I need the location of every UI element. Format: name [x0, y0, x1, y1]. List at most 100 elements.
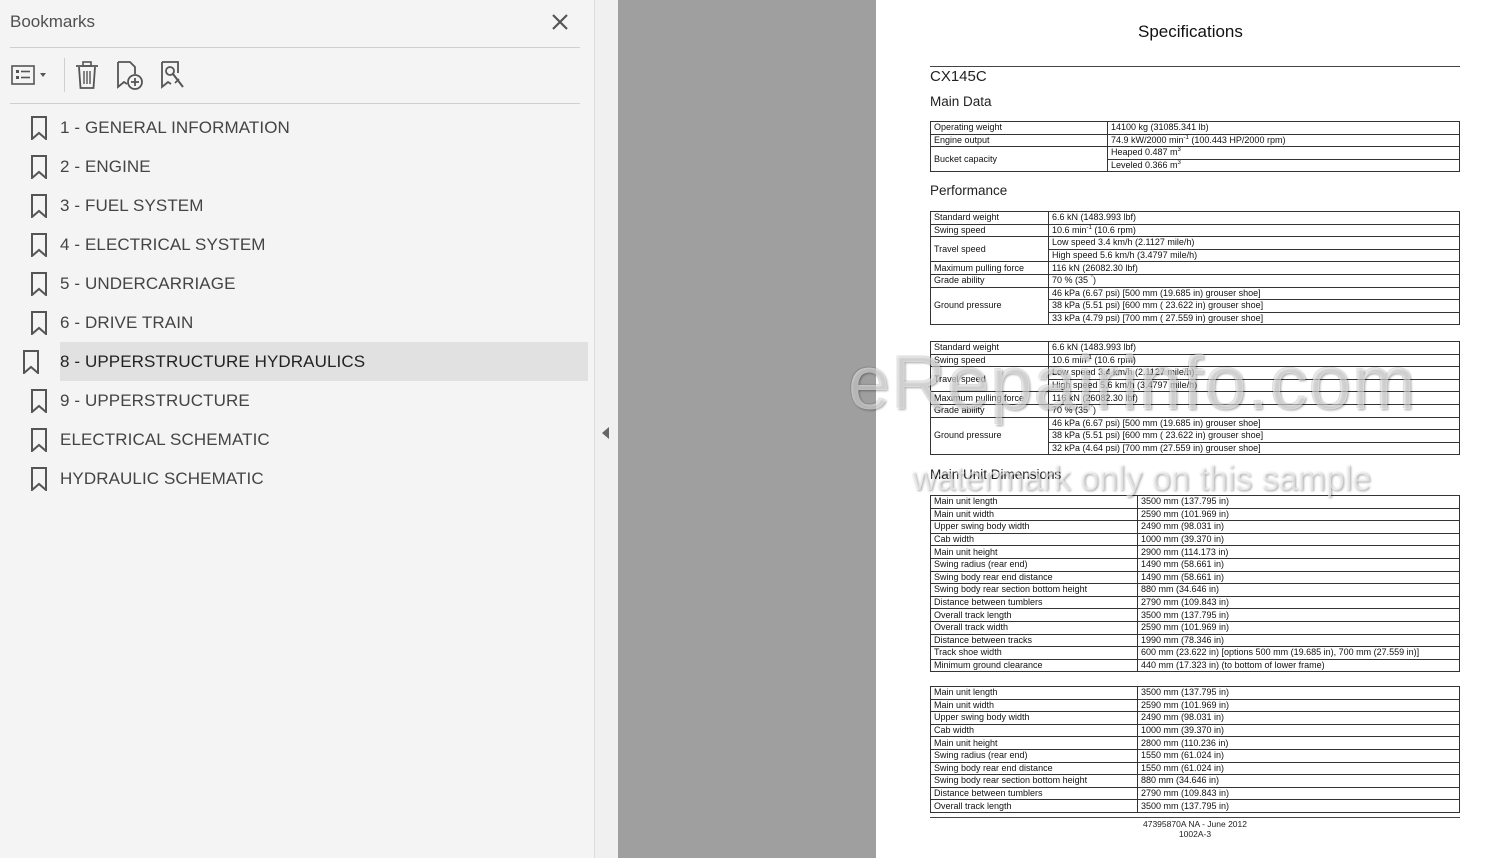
table-row: Swing body rear section bottom height 880…	[930, 774, 1460, 788]
find-bookmark-button[interactable]	[156, 58, 190, 92]
table-cell: Ground pressure	[930, 286, 1049, 326]
table-cell: Low speed 3.4 km/h (2.1127 mile/h)	[1048, 366, 1460, 380]
bookmark-item[interactable]: 9 - UPPERSTRUCTURE	[20, 381, 588, 420]
table-cell: 70 % (35 °)	[1048, 403, 1460, 418]
table-cell: 880 mm (34.646 in)	[1137, 774, 1460, 788]
collapse-arrow-icon[interactable]	[602, 427, 609, 439]
table-cell: 1490 mm (58.661 in)	[1137, 570, 1460, 585]
bookmark-item[interactable]: ELECTRICAL SCHEMATIC	[20, 420, 588, 459]
options-menu-button[interactable]	[10, 58, 54, 92]
table-cell: 3500 mm (137.795 in)	[1137, 608, 1460, 622]
table-row: Minimum ground clearance 440 mm (17.323 i…	[930, 658, 1460, 673]
main-data-table: Operating weight 14100 kg (31085.341 lb)…	[930, 121, 1460, 173]
model-name: CX145C	[930, 68, 987, 85]
bookmark-item[interactable]: 5 - UNDERCARRIAGE	[20, 264, 588, 303]
table-row: Maximum pulling force 116 kN (26082.30 lb…	[930, 261, 1460, 275]
performance-table-1: Standard weight 6.6 kN (1483.993 lbf) Swi…	[930, 211, 1460, 326]
bookmark-icon	[31, 194, 47, 218]
table-row: Swing speed 10.6 min-1 (10.6 rpm)	[930, 353, 1460, 368]
bookmark-item-selected[interactable]: 8 - UPPERSTRUCTURE HYDRAULICS	[23, 342, 588, 381]
table-cell: Maximum pulling force	[930, 261, 1049, 275]
table-row: Standard weight 6.6 kN (1483.993 lbf)	[930, 341, 1460, 355]
cell-text: 70 % (35	[1052, 275, 1091, 286]
table-cell: Engine output	[930, 133, 1108, 148]
bookmark-list: 1 - GENERAL INFORMATION 2 - ENGINE 3 - F…	[20, 108, 588, 498]
table-row: Swing radius (rear end) 1550 mm (61.024 i…	[930, 748, 1460, 763]
bookmark-item[interactable]: HYDRAULIC SCHEMATIC	[20, 459, 588, 498]
table-cell: Travel speed	[930, 236, 1049, 263]
table-row: Overall track length 3500 mm (137.795 in)	[930, 608, 1460, 622]
table-row: Grade ability 70 % (35 °)	[930, 403, 1460, 418]
table-cell: Main unit length	[930, 495, 1138, 509]
table-cell: Overall track length	[930, 799, 1138, 813]
bookmark-label: ELECTRICAL SCHEMATIC	[60, 429, 270, 449]
table-cell: Operating weight	[930, 121, 1108, 135]
table-cell: 600 mm (23.622 in) [options 500 mm (19.6…	[1137, 646, 1460, 660]
new-bookmark-button[interactable]	[112, 58, 146, 92]
table-row: Upper swing body width 2490 mm (98.031 in…	[930, 520, 1460, 534]
table-row: Ground pressure 46 kPa (6.67 psi) [500 mm…	[930, 286, 1460, 326]
table-row: Overall track width 2590 mm (101.969 in)	[930, 620, 1460, 635]
table-cell: Overall track width	[930, 620, 1138, 635]
cell-text: (10.6 rpm)	[1091, 224, 1136, 235]
cell-text: Leveled 0.366 m	[1111, 160, 1178, 171]
table-cell: 2590 mm (101.969 in)	[1137, 698, 1460, 713]
table-cell: 2590 mm (101.969 in)	[1137, 620, 1460, 635]
table-row: Maximum pulling force 116 kN (26082.30 lb…	[930, 391, 1460, 405]
bookmark-icon	[31, 389, 47, 413]
table-cell: 33 kPa (4.79 psi) [700 mm ( 27.559 in) g…	[1048, 311, 1460, 326]
table-cell: 2590 mm (101.969 in)	[1137, 507, 1460, 522]
table-cell: Main unit width	[930, 507, 1138, 522]
table-cell: 10.6 min-1 (10.6 rpm)	[1048, 353, 1460, 368]
table-cell: Swing body rear end distance	[930, 570, 1138, 585]
bookmark-item[interactable]: 6 - DRIVE TRAIN	[20, 303, 588, 342]
table-row: Engine output 74.9 kW/2000 min-1 (100.44…	[930, 133, 1460, 148]
bookmark-item[interactable]: 2 - ENGINE	[20, 147, 588, 186]
bookmark-item[interactable]: 3 - FUEL SYSTEM	[20, 186, 588, 225]
bookmark-icon	[31, 155, 47, 179]
table-cell: 6.6 kN (1483.993 lbf)	[1048, 211, 1460, 225]
table-cell: Swing radius (rear end)	[930, 557, 1138, 572]
cell-text: (10.6 rpm)	[1091, 354, 1136, 365]
title-divider	[930, 66, 1460, 67]
table-cell: Main unit length	[930, 686, 1138, 700]
dimensions-table-2: Main unit length 3500 mm (137.795 in) Main…	[930, 686, 1460, 813]
panel-splitter[interactable]	[595, 0, 618, 858]
table-cell: 440 mm (17.323 in) (to bottom of lower f…	[1137, 658, 1460, 673]
options-icon	[11, 65, 46, 85]
table-cell: Upper swing body width	[930, 520, 1138, 534]
table-row: Swing body rear end distance 1490 mm (58.…	[930, 570, 1460, 585]
table-cell: 38 kPa (5.51 psi) [600 mm ( 23.622 in) g…	[1048, 429, 1460, 443]
bookmark-label: 4 - ELECTRICAL SYSTEM	[60, 234, 266, 254]
delete-bookmark-button[interactable]	[70, 58, 104, 92]
table-cell: Track shoe width	[930, 646, 1138, 660]
table-row: Travel speed Low speed 3.4 km/h (2.1127 m…	[930, 236, 1460, 263]
section-dimensions: Main Unit Dimensions	[930, 467, 1062, 482]
close-icon	[552, 14, 568, 30]
table-cell: High speed 5.6 km/h (3.4797 mile/h)	[1048, 378, 1460, 393]
document-background	[618, 0, 876, 858]
bookmark-item[interactable]: 1 - GENERAL INFORMATION	[20, 108, 588, 147]
close-panel-button[interactable]	[548, 10, 572, 34]
table-cell: Main unit height	[930, 545, 1138, 559]
table-cell: Grade ability	[930, 273, 1049, 288]
table-cell: 1990 mm (78.346 in)	[1137, 633, 1460, 648]
bookmark-label: 2 - ENGINE	[60, 156, 151, 176]
table-cell: Main unit width	[930, 698, 1138, 713]
table-cell: Swing body rear section bottom height	[930, 774, 1138, 788]
bookmark-item[interactable]: 4 - ELECTRICAL SYSTEM	[20, 225, 588, 264]
cell-text: 74.9 kW/2000 min	[1111, 134, 1184, 145]
table-cell: Swing speed	[930, 223, 1049, 238]
table-cell: Cab width	[930, 532, 1138, 547]
bookmarks-panel-title: Bookmarks	[10, 12, 96, 31]
table-cell: Standard weight	[930, 211, 1049, 225]
bookmark-icon	[31, 467, 47, 491]
table-cell: 46 kPa (6.67 psi) [500 mm (19.685 in) gr…	[1048, 286, 1460, 301]
table-cell: Main unit height	[930, 736, 1138, 750]
table-row: Upper swing body width 2490 mm (98.031 in…	[930, 711, 1460, 725]
table-row: Ground pressure 46 kPa (6.67 psi) [500 mm…	[930, 416, 1460, 456]
table-cell: 3500 mm (137.795 in)	[1137, 495, 1460, 509]
table-row: Distance between tumblers 2790 mm (109.84…	[930, 786, 1460, 801]
table-cell: 116 kN (26082.30 lbf)	[1048, 261, 1460, 275]
cell-sup: 3	[1177, 160, 1181, 167]
